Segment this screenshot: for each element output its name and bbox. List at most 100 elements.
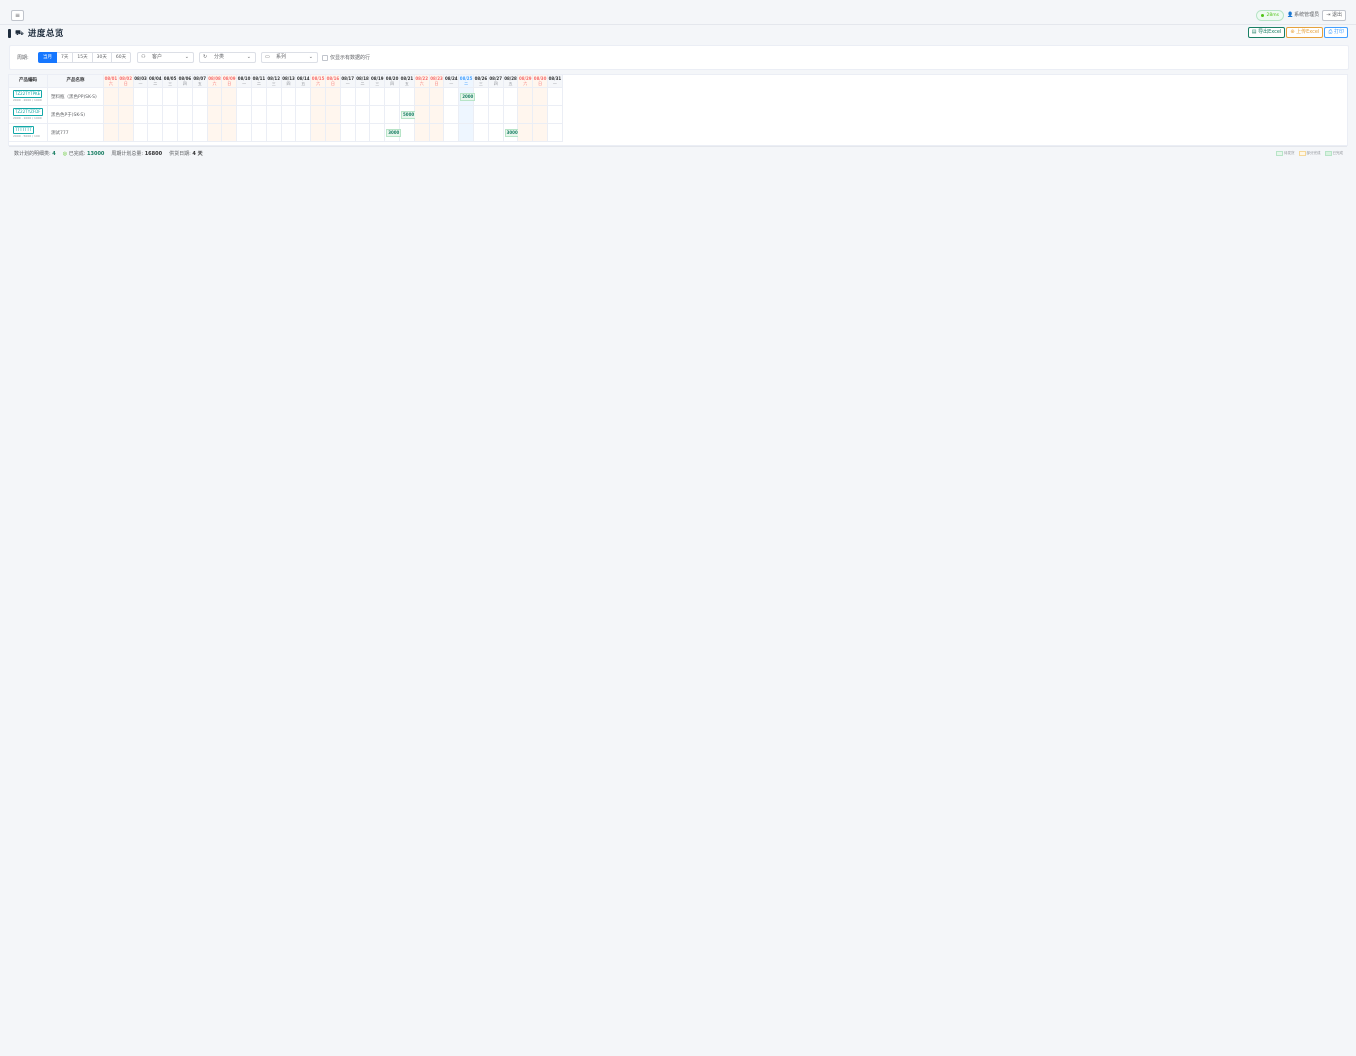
series-select[interactable]: ▭ 系列 ⌄ bbox=[261, 52, 318, 63]
schedule-cell[interactable] bbox=[429, 124, 445, 142]
category-select[interactable]: ↻ 分类 ⌄ bbox=[199, 52, 256, 63]
schedule-cell[interactable] bbox=[340, 106, 356, 124]
schedule-cell[interactable] bbox=[548, 88, 563, 106]
schedule-cell[interactable] bbox=[104, 106, 119, 124]
schedule-cell[interactable] bbox=[222, 124, 238, 142]
period-option-3[interactable]: 30天 bbox=[92, 52, 112, 63]
schedule-cell[interactable] bbox=[533, 124, 548, 142]
schedule-cell[interactable] bbox=[444, 124, 460, 142]
schedule-cell[interactable] bbox=[178, 88, 193, 106]
schedule-cell[interactable] bbox=[192, 124, 208, 142]
schedule-cell[interactable] bbox=[518, 88, 534, 106]
schedule-cell[interactable] bbox=[222, 88, 238, 106]
user-menu[interactable]: 👤 系统管理员 bbox=[1287, 11, 1319, 20]
schedule-cell[interactable] bbox=[178, 106, 193, 124]
only-data-rows-checkbox[interactable]: 仅显示有数据的行 bbox=[322, 54, 370, 61]
schedule-cell[interactable] bbox=[385, 88, 400, 106]
print-button[interactable]: ⎙ 打印 bbox=[1324, 27, 1348, 38]
schedule-cell[interactable] bbox=[133, 124, 149, 142]
schedule-cell[interactable] bbox=[459, 124, 474, 142]
schedule-cell[interactable] bbox=[118, 106, 134, 124]
logout-button[interactable]: ⇥ 退出 bbox=[1322, 10, 1346, 21]
schedule-cell[interactable] bbox=[326, 88, 341, 106]
export-excel-button[interactable]: ▤ 导出Excel bbox=[1247, 27, 1286, 38]
schedule-cell[interactable] bbox=[474, 88, 489, 106]
schedule-cell[interactable] bbox=[148, 106, 164, 124]
schedule-cell[interactable] bbox=[429, 88, 445, 106]
schedule-cell[interactable] bbox=[474, 106, 489, 124]
schedule-cell[interactable] bbox=[207, 124, 223, 142]
schedule-cell[interactable] bbox=[252, 124, 267, 142]
schedule-cell[interactable] bbox=[488, 124, 504, 142]
schedule-cell[interactable] bbox=[133, 88, 149, 106]
schedule-cell[interactable] bbox=[192, 106, 208, 124]
schedule-cell[interactable] bbox=[400, 124, 415, 142]
schedule-cell[interactable]: 5000 bbox=[400, 106, 417, 124]
schedule-cell[interactable]: 2000 bbox=[459, 88, 476, 106]
schedule-cell[interactable] bbox=[296, 88, 312, 106]
schedule-cell[interactable] bbox=[118, 124, 134, 142]
schedule-cell[interactable] bbox=[207, 106, 223, 124]
schedule-cell[interactable] bbox=[533, 88, 548, 106]
schedule-cell[interactable] bbox=[252, 106, 267, 124]
product-code-link[interactable]: TZ22TYZFDF bbox=[13, 108, 43, 116]
schedule-cell[interactable] bbox=[148, 124, 164, 142]
schedule-cell[interactable] bbox=[370, 124, 386, 142]
schedule-cell[interactable] bbox=[266, 88, 282, 106]
schedule-cell[interactable] bbox=[266, 106, 282, 124]
schedule-cell[interactable] bbox=[488, 88, 504, 106]
schedule-cell[interactable] bbox=[400, 88, 415, 106]
product-code-link[interactable]: TZ22TYTPKE bbox=[13, 90, 43, 98]
schedule-cell[interactable] bbox=[163, 88, 178, 106]
schedule-cell[interactable] bbox=[355, 124, 371, 142]
schedule-cell[interactable] bbox=[207, 88, 223, 106]
schedule-cell[interactable] bbox=[340, 124, 356, 142]
schedule-cell[interactable] bbox=[444, 106, 460, 124]
schedule-cell[interactable] bbox=[133, 106, 149, 124]
schedule-cell[interactable] bbox=[311, 106, 326, 124]
period-option-4[interactable]: 60天 bbox=[111, 52, 132, 63]
schedule-cell[interactable] bbox=[326, 124, 341, 142]
schedule-cell[interactable] bbox=[340, 88, 356, 106]
period-option-2[interactable]: 15天 bbox=[73, 52, 93, 63]
schedule-cell[interactable] bbox=[414, 124, 430, 142]
schedule-cell[interactable] bbox=[118, 88, 134, 106]
schedule-cell[interactable] bbox=[163, 106, 178, 124]
schedule-cell[interactable] bbox=[281, 106, 297, 124]
schedule-cell[interactable] bbox=[104, 88, 119, 106]
schedule-cell[interactable] bbox=[311, 124, 326, 142]
schedule-cell[interactable] bbox=[192, 88, 208, 106]
upload-excel-button[interactable]: ⊕ 上传Excel bbox=[1286, 27, 1324, 38]
schedule-cell[interactable] bbox=[311, 88, 326, 106]
schedule-cell[interactable]: 3000 bbox=[385, 124, 402, 142]
schedule-cell[interactable] bbox=[148, 88, 164, 106]
schedule-cell[interactable] bbox=[548, 106, 563, 124]
schedule-cell[interactable] bbox=[163, 124, 178, 142]
checkbox-box[interactable] bbox=[322, 54, 328, 61]
schedule-cell[interactable] bbox=[266, 124, 282, 142]
schedule-cell[interactable] bbox=[370, 88, 386, 106]
schedule-cell[interactable] bbox=[237, 124, 252, 142]
schedule-cell[interactable] bbox=[296, 124, 312, 142]
schedule-cell[interactable] bbox=[178, 124, 193, 142]
schedule-cell[interactable] bbox=[503, 106, 519, 124]
schedule-cell[interactable] bbox=[414, 106, 430, 124]
schedule-cell[interactable] bbox=[488, 106, 504, 124]
schedule-cell[interactable] bbox=[326, 106, 341, 124]
schedule-cell[interactable] bbox=[503, 88, 519, 106]
schedule-cell[interactable] bbox=[296, 106, 312, 124]
schedule-cell[interactable] bbox=[370, 106, 386, 124]
schedule-cell[interactable] bbox=[237, 106, 252, 124]
schedule-cell[interactable]: 3000 bbox=[503, 124, 520, 142]
schedule-cell[interactable] bbox=[429, 106, 445, 124]
schedule-cell[interactable] bbox=[459, 106, 474, 124]
menu-toggle-icon[interactable]: ≡ bbox=[11, 10, 24, 21]
schedule-cell[interactable] bbox=[104, 124, 119, 142]
customer-select[interactable]: ⚇ 客户 ⌄ bbox=[137, 52, 194, 63]
schedule-cell[interactable] bbox=[355, 88, 371, 106]
schedule-cell[interactable] bbox=[281, 124, 297, 142]
schedule-cell[interactable] bbox=[281, 88, 297, 106]
schedule-cell[interactable] bbox=[252, 88, 267, 106]
schedule-cell[interactable] bbox=[474, 124, 489, 142]
schedule-cell[interactable] bbox=[548, 124, 563, 142]
